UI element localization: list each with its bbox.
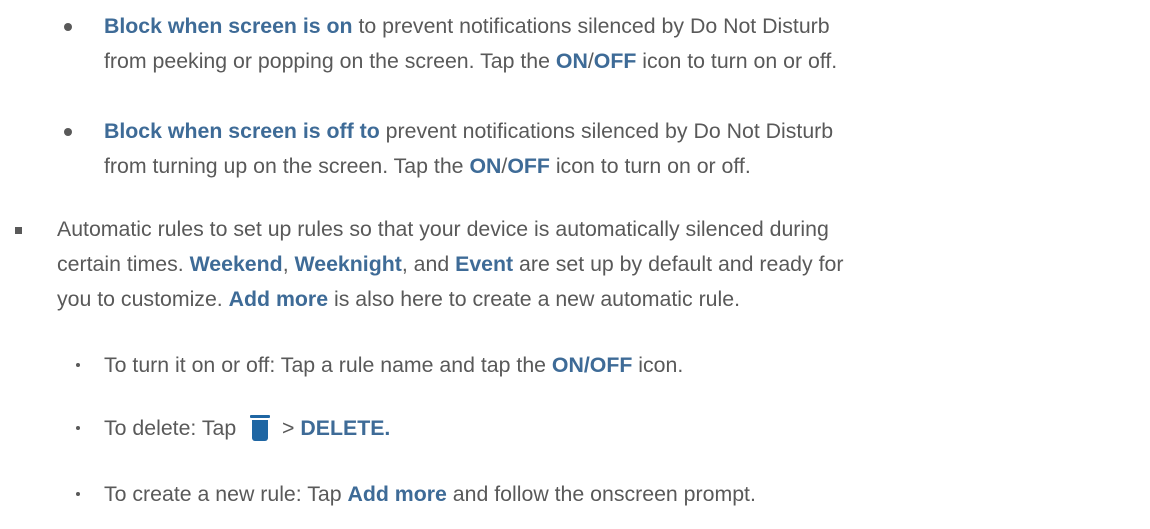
bold-term: Add more (347, 482, 447, 506)
bold-term: ON (555, 49, 588, 73)
list-item-block-screen-on: Block when screen is on to prevent notif… (104, 9, 837, 79)
text-span: To delete: Tap (104, 416, 243, 440)
bold-term: ON (469, 154, 502, 178)
text-span: certain times. (57, 252, 190, 276)
text-span: is also here to create a new automatic r… (328, 287, 740, 311)
list-item-create-rule: To create a new rule: Tap Add more and f… (104, 477, 756, 512)
document-page: Block when screen is on to prevent notif… (0, 0, 1150, 529)
text-line: To create a new rule: Tap Add more and f… (104, 477, 756, 512)
text-span: you to customize. (57, 287, 229, 311)
text-line: certain times. Weekend, Weeknight, and E… (57, 247, 843, 282)
bold-term: Block when screen is on (104, 14, 353, 38)
text-span: icon to turn on or off. (636, 49, 838, 73)
text-span: icon. (632, 353, 684, 377)
text-line: To turn it on or off: Tap a rule name an… (104, 348, 683, 383)
text-line: Block when screen is on to prevent notif… (104, 9, 837, 44)
text-span: , (282, 252, 295, 276)
bullet-dot (64, 23, 72, 31)
text-span: icon to turn on or off. (549, 154, 751, 178)
text-span: are set up by default and ready for (513, 252, 844, 276)
bold-term: OFF (593, 49, 637, 73)
bullet-small-dot (76, 363, 80, 367)
text-span: To turn it on or off: Tap a rule name an… (104, 353, 552, 377)
bold-term: ON/OFF (551, 353, 633, 377)
text-line: To delete: Tap > DELETE. (104, 411, 390, 452)
text-span: prevent notifications silenced by Do Not… (379, 119, 834, 143)
list-item-automatic-rules: Automatic rules to set up rules so that … (57, 212, 843, 317)
text-span: to prevent notifications silenced by Do … (352, 14, 830, 38)
list-item-delete: To delete: Tap > DELETE. (104, 411, 390, 452)
list-item-block-screen-off: Block when screen is off to prevent noti… (104, 114, 833, 184)
text-line: from turning up on the screen. Tap the O… (104, 149, 833, 184)
bold-term: Event (455, 252, 514, 276)
trash-icon (250, 415, 271, 452)
text-span: and follow the onscreen prompt. (446, 482, 756, 506)
bold-term: OFF (507, 154, 550, 178)
bold-term: Weeknight (294, 252, 402, 276)
bullet-dot (64, 128, 72, 136)
bullet-small-dot (76, 492, 80, 496)
text-line: Block when screen is off to prevent noti… (104, 114, 833, 149)
text-span: from turning up on the screen. Tap the (104, 154, 470, 178)
text-span: To create a new rule: Tap (104, 482, 348, 506)
bullet-square (15, 227, 22, 234)
text-line: you to customize. Add more is also here … (57, 282, 843, 317)
bullet-small-dot (76, 426, 80, 430)
text-span: , and (401, 252, 456, 276)
bold-term: DELETE. (300, 416, 391, 440)
text-span: from peeking or popping on the screen. T… (104, 49, 556, 73)
text-line: Automatic rules to set up rules so that … (57, 217, 829, 241)
text-span: > (276, 416, 301, 440)
text-line: from peeking or popping on the screen. T… (104, 44, 837, 79)
bold-term: Weekend (189, 252, 283, 276)
list-item-turn-on-off: To turn it on or off: Tap a rule name an… (104, 348, 683, 383)
bold-term: Add more (228, 287, 329, 311)
bold-term: Block when screen is off to (104, 119, 380, 143)
